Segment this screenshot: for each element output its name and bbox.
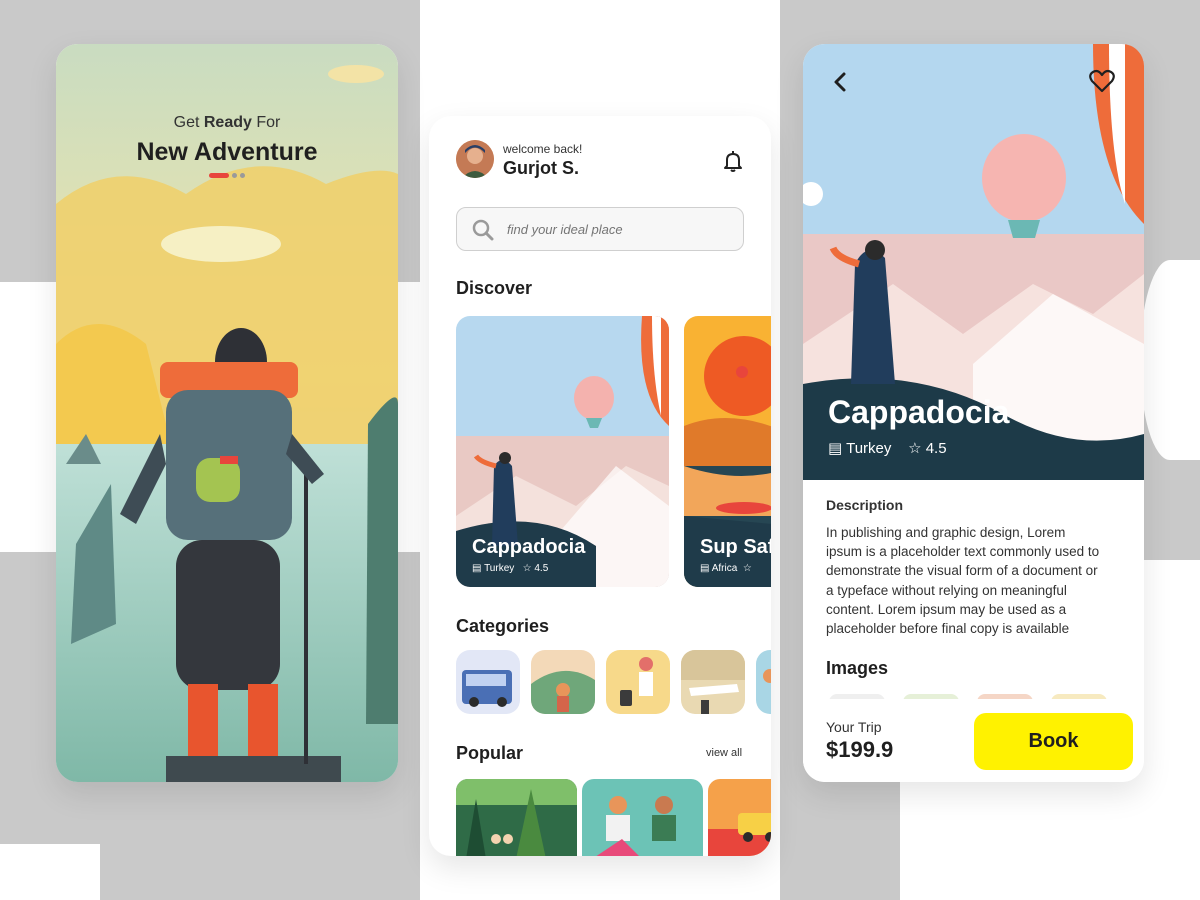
- star-icon: ☆: [522, 563, 532, 574]
- description-body: In publishing and graphic design, Lorem …: [826, 523, 1136, 638]
- background-shape-bottom: [100, 840, 420, 900]
- description-line: demonstrate the visual form of a documen…: [826, 563, 1098, 579]
- avatar[interactable]: [456, 140, 494, 178]
- category-tile[interactable]: [756, 650, 771, 714]
- back-icon[interactable]: [830, 71, 852, 93]
- popular-card[interactable]: [456, 779, 577, 856]
- discover-card-rating: 4.5: [534, 563, 549, 574]
- onboarding-subtitle-suffix: For: [256, 114, 281, 131]
- booking-bar: Your Trip $199.9 Book: [803, 699, 1144, 782]
- background-blob-right-top: [1140, 260, 1200, 460]
- book-button-label: Book: [1028, 730, 1079, 752]
- popular-card[interactable]: [708, 779, 771, 856]
- search-icon: [472, 219, 494, 241]
- heart-icon[interactable]: [1089, 69, 1115, 93]
- map-icon: ▤: [828, 440, 843, 457]
- discover-card-meta: ▤ Africa ☆: [700, 563, 752, 574]
- page-indicator-dot[interactable]: [240, 173, 245, 178]
- discover-heading: Discover: [456, 278, 533, 298]
- categories-heading: Categories: [456, 616, 550, 636]
- description-heading: Description: [826, 497, 904, 513]
- description-line: ipsum is a placeholder text commonly use…: [826, 544, 1100, 560]
- trip-label: Your Trip: [826, 719, 882, 735]
- onboarding-subtitle: Get Ready For: [56, 114, 398, 132]
- onboarding-headline: New Adventure: [136, 138, 318, 166]
- home-screen: welcome back! Gurjot S. Discover Cappado…: [429, 116, 771, 856]
- book-button[interactable]: Book: [974, 713, 1133, 770]
- destination-meta: ▤ Turkey ☆ 4.5: [828, 439, 947, 457]
- star-icon: ☆: [742, 563, 752, 574]
- category-tile[interactable]: [681, 650, 745, 714]
- category-tile[interactable]: [531, 650, 595, 714]
- discover-card-location: Africa: [711, 563, 738, 574]
- discover-card-title: Sup Saf: [700, 536, 771, 558]
- category-tile[interactable]: [606, 650, 670, 714]
- description-line: content. Lorem ipsum may be used as a: [826, 601, 1067, 617]
- description-line: a typeface without relying on meaningful: [826, 582, 1067, 598]
- page-indicator: [209, 173, 249, 179]
- user-name: Gurjot S.: [503, 158, 579, 178]
- discover-card-title: Cappadocia: [472, 536, 586, 558]
- bell-icon[interactable]: [722, 150, 744, 172]
- images-heading: Images: [826, 658, 889, 678]
- discover-card[interactable]: Cappadocia ▤ Turkey ☆ 4.5: [456, 316, 669, 587]
- greeting-text: welcome back!: [503, 142, 583, 156]
- popular-card[interactable]: [582, 779, 703, 856]
- destination-title: Cappadocia: [828, 394, 1010, 430]
- onboarding-screen: Get Ready For New Adventure: [56, 44, 398, 782]
- onboarding-subtitle-bold: Ready: [203, 114, 252, 131]
- star-icon: ☆: [908, 440, 922, 457]
- description-line: placeholder before final copy is availab…: [826, 621, 1070, 637]
- map-icon: ▤: [700, 563, 710, 574]
- onboarding-subtitle-prefix: Get: [173, 114, 200, 131]
- discover-card-location: Turkey: [484, 563, 515, 574]
- search-bar[interactable]: [456, 207, 744, 251]
- search-input[interactable]: [507, 218, 732, 240]
- page-indicator-active[interactable]: [209, 173, 229, 178]
- discover-card[interactable]: Sup Saf ▤ Africa ☆: [684, 316, 771, 587]
- view-all-link[interactable]: view all: [706, 747, 742, 759]
- discover-card-meta: ▤ Turkey ☆ 4.5: [472, 563, 548, 574]
- popular-heading: Popular: [456, 743, 524, 763]
- detail-screen: Cappadocia ▤ Turkey ☆ 4.5 Description In…: [803, 44, 1144, 782]
- destination-rating: 4.5: [925, 440, 947, 457]
- map-icon: ▤: [472, 563, 482, 574]
- category-tile[interactable]: [456, 650, 520, 714]
- page-indicator-dot[interactable]: [232, 173, 237, 178]
- trip-price: $199.9: [826, 737, 894, 762]
- description-line: In publishing and graphic design, Lorem: [826, 525, 1066, 540]
- destination-location: Turkey: [846, 440, 892, 457]
